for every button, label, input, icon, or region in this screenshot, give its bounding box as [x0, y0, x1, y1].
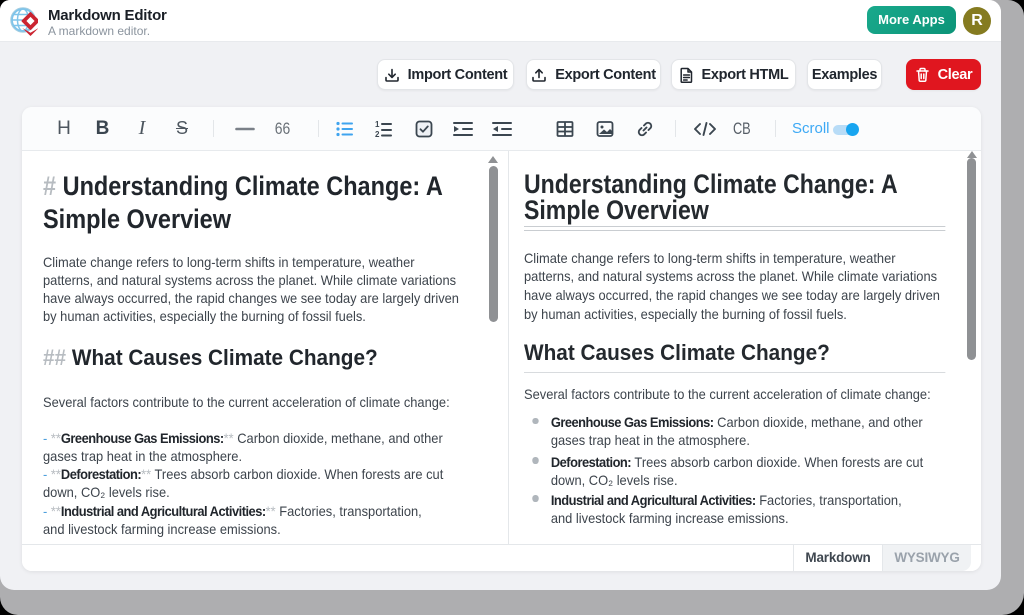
svg-text:2: 2 [375, 130, 380, 139]
svg-text:1: 1 [375, 120, 380, 129]
